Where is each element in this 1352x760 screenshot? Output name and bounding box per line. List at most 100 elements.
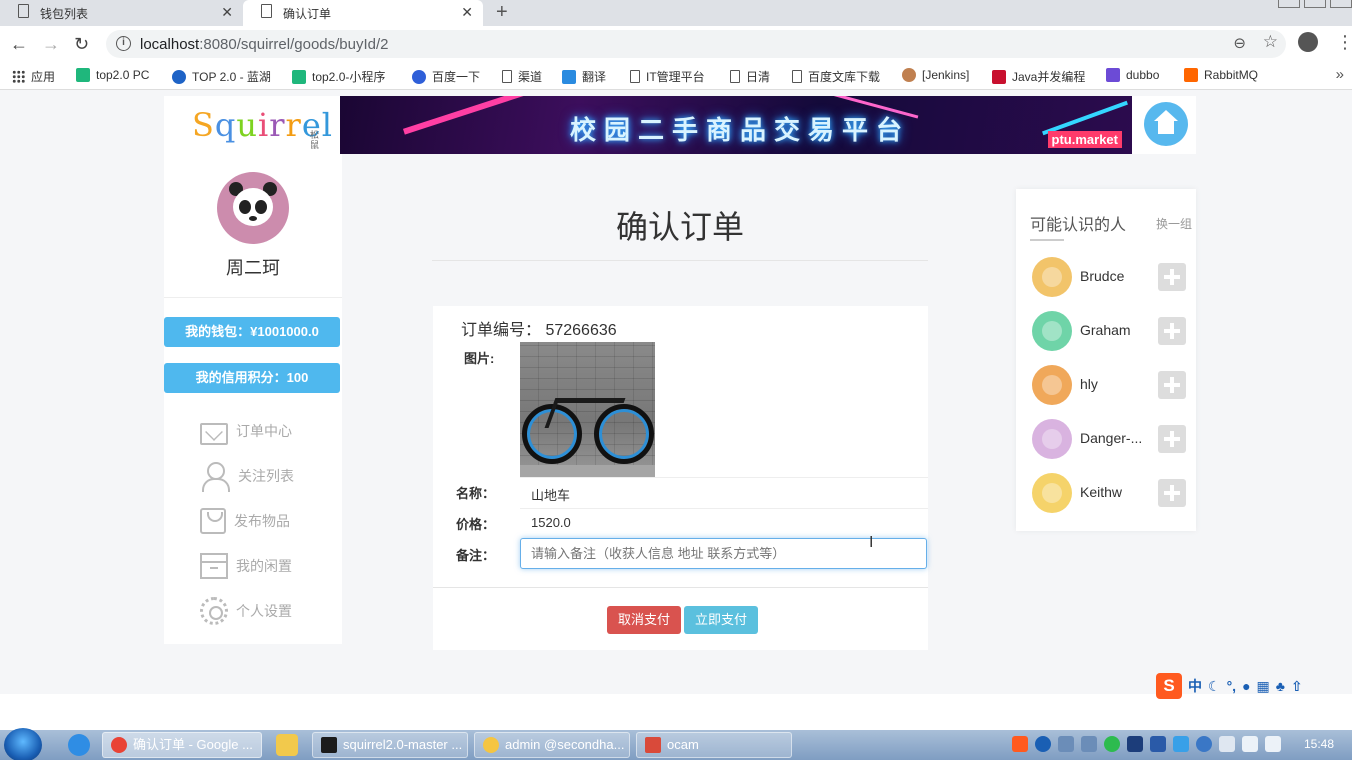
keyboard-icon[interactable]: ▦ [1257, 678, 1270, 695]
bookmark-dubbo[interactable]: dubbo [1106, 68, 1159, 82]
tab-confirm-order[interactable]: 确认订单 ✕ [243, 0, 483, 26]
tab-wallet-list[interactable]: 钱包列表 ✕ [0, 0, 243, 26]
app-tray-icon[interactable] [1196, 736, 1212, 752]
clock[interactable]: 15:48 [1304, 737, 1334, 751]
more-menu-icon[interactable]: ⋮ [1336, 30, 1352, 54]
folder-icon[interactable] [276, 734, 298, 756]
wallet-button[interactable]: 我的钱包：¥1001000.0 [164, 317, 340, 347]
list-item: Graham [1032, 311, 1196, 351]
wechat-icon[interactable] [1104, 736, 1120, 752]
bookmark-wenku[interactable]: 百度文库下载 [792, 68, 880, 85]
pay-now-button[interactable]: 立即支付 [684, 606, 759, 634]
bookmark-label: dubbo [1126, 68, 1160, 82]
home-button[interactable] [1132, 96, 1196, 154]
system-tray [1012, 736, 1281, 752]
account-icon[interactable] [1298, 32, 1318, 52]
friend-name[interactable]: Brudce [1080, 268, 1150, 284]
avatar[interactable] [1032, 257, 1072, 297]
add-friend-button[interactable] [1158, 425, 1186, 453]
bookmark-label: 应用 [31, 70, 56, 84]
task-chrome[interactable]: 确认订单 - Google ... [102, 732, 262, 758]
sogou-icon[interactable]: S [1156, 673, 1182, 699]
bookmark-translate[interactable]: 翻译 [562, 68, 606, 85]
reload-icon[interactable]: ↻ [74, 34, 89, 55]
url-text[interactable]: localhost:8080/squirrel/goods/buyId/2 [140, 36, 389, 53]
zoom-icon[interactable]: ⊖ [1233, 34, 1246, 52]
signal-icon[interactable] [1242, 736, 1258, 752]
add-friend-button[interactable] [1158, 317, 1186, 345]
users-icon [200, 461, 230, 492]
ime-mode[interactable]: 中 [1188, 676, 1202, 696]
close-window-button[interactable] [1330, 0, 1352, 8]
avatar[interactable] [1032, 473, 1072, 513]
bookmark-lanhu[interactable]: TOP 2.0 - 蓝湖 [172, 68, 271, 85]
friend-name[interactable]: Graham [1080, 322, 1150, 338]
minimize-button[interactable] [1278, 0, 1300, 8]
credit-button[interactable]: 我的信用积分：100 [164, 363, 340, 393]
microphone-icon[interactable]: ● [1242, 678, 1250, 694]
bookmark-apps[interactable]: 应用 [12, 68, 55, 85]
ie-icon[interactable] [68, 734, 90, 756]
back-icon[interactable]: ← [10, 34, 28, 55]
usb-icon[interactable] [1058, 736, 1074, 752]
start-button[interactable] [4, 728, 42, 760]
forward-icon[interactable]: → [42, 34, 60, 55]
clipboard-icon[interactable] [1219, 736, 1235, 752]
bookmark-java[interactable]: Java并发编程 [992, 68, 1085, 85]
close-icon[interactable]: ✕ [221, 4, 233, 21]
help-icon[interactable] [1035, 736, 1051, 752]
moon-icon[interactable]: ☾ [1208, 678, 1221, 695]
add-friend-button[interactable] [1158, 371, 1186, 399]
sidebar-item-settings[interactable]: 个人设置 [200, 594, 292, 628]
url-field[interactable]: i localhost:8080/squirrel/goods/buyId/2 … [106, 30, 1286, 58]
punctuation-icon[interactable]: °, [1227, 678, 1237, 694]
task-ide[interactable]: squirrel2.0-master ... [312, 732, 468, 758]
friend-name[interactable]: Danger-... [1080, 430, 1150, 446]
list-item: Danger-... [1032, 419, 1196, 459]
remark-input[interactable] [520, 538, 927, 569]
bookmark-top2-pc[interactable]: top2.0 PC [76, 68, 149, 82]
sidebar-item-publish[interactable]: 发布物品 [200, 504, 290, 538]
sidebar-item-orders[interactable]: 订单中心 [200, 414, 292, 448]
bookmark-star-icon[interactable]: ☆ [1263, 32, 1278, 52]
task-ocam[interactable]: ocam [636, 732, 792, 758]
sidebar-item-idle[interactable]: 我的闲置 [200, 549, 292, 583]
info-icon[interactable]: i [116, 36, 131, 51]
skin-icon[interactable]: ♣ [1276, 678, 1285, 694]
sogou-tray-icon[interactable] [1012, 736, 1028, 752]
upload-icon[interactable]: ⇧ [1291, 678, 1303, 695]
apps-grid-icon [12, 70, 25, 83]
cancel-payment-button[interactable]: 取消支付 [607, 606, 682, 634]
avatar[interactable] [1032, 365, 1072, 405]
friend-name[interactable]: hly [1080, 376, 1150, 392]
bookmark-it-platform[interactable]: IT管理平台 [630, 68, 705, 85]
refresh-suggestions-link[interactable]: 换一组 [1156, 215, 1192, 232]
add-friend-button[interactable] [1158, 263, 1186, 291]
bookmark-daily[interactable]: 日清 [730, 68, 770, 85]
maximize-button[interactable] [1304, 0, 1326, 8]
avatar[interactable] [1032, 311, 1072, 351]
tray-expand-icon[interactable] [1081, 736, 1097, 752]
bookmark-channel[interactable]: 渠道 [502, 68, 542, 85]
avatar[interactable] [217, 172, 289, 244]
network-tray-icon[interactable] [1173, 736, 1189, 752]
bookmark-rabbitmq[interactable]: RabbitMQ [1184, 68, 1258, 82]
avatar[interactable] [1032, 419, 1072, 459]
add-friend-button[interactable] [1158, 479, 1186, 507]
bookmark-top2-miniapp[interactable]: top2.0-小程序 [292, 68, 385, 85]
chrome-icon [111, 737, 127, 753]
friend-name[interactable]: Keithw [1080, 484, 1150, 500]
more-bookmarks-icon[interactable]: » [1336, 66, 1344, 83]
task-label: admin @secondha... [505, 737, 625, 752]
task-db[interactable]: admin @secondha... [474, 732, 630, 758]
sidebar-item-follows[interactable]: 关注列表 [200, 459, 294, 493]
new-tab-button[interactable]: + [496, 0, 508, 24]
site-logo[interactable]: Squirrel 松鼠 [164, 96, 340, 154]
shield-icon[interactable] [1150, 736, 1166, 752]
close-icon[interactable]: ✕ [461, 4, 473, 21]
bookmark-baidu[interactable]: 百度一下 [412, 68, 480, 85]
ocam-icon [645, 737, 661, 753]
bookmark-jenkins[interactable]: [Jenkins] [902, 68, 969, 82]
volume-icon[interactable] [1265, 736, 1281, 752]
bluetooth-icon[interactable] [1127, 736, 1143, 752]
